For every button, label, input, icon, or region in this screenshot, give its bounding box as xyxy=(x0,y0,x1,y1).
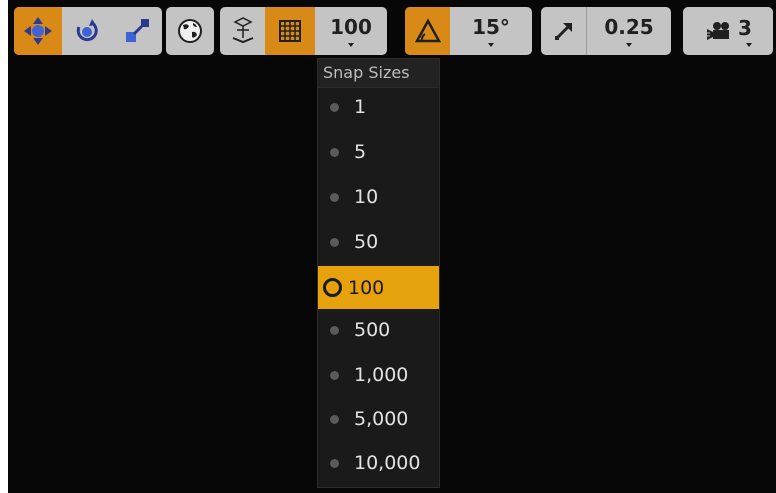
snap-size-option[interactable]: 500 xyxy=(318,310,439,350)
snap-size-label: 10 xyxy=(354,186,379,208)
snap-size-option[interactable]: 50 xyxy=(318,222,439,262)
chevron-down-icon xyxy=(626,43,632,47)
scale-snap-dropdown[interactable]: 0.25 xyxy=(586,7,671,55)
snap-sizes-heading: Snap Sizes xyxy=(318,59,439,88)
scale-arrow-icon xyxy=(554,23,572,40)
rotation-snap-group: 15° xyxy=(405,7,532,55)
snap-size-label: 500 xyxy=(354,319,391,341)
grid-snap-group: 100 xyxy=(220,7,387,55)
translate-arrows-icon xyxy=(24,17,52,45)
rotate-mode-button[interactable] xyxy=(62,7,112,55)
chevron-down-icon xyxy=(488,43,494,47)
snap-size-label: 5 xyxy=(354,141,367,163)
snap-sizes-menu: Snap Sizes 1 5 10 50 100 500 1,000 5,000… xyxy=(317,58,440,488)
snap-size-option[interactable]: 5,000 xyxy=(318,399,439,439)
snap-size-label: 10,000 xyxy=(354,452,421,474)
coordinate-space-button[interactable] xyxy=(166,7,214,55)
snap-size-option-selected[interactable]: 100 xyxy=(318,266,439,309)
snap-size-option[interactable]: 5 xyxy=(318,132,439,172)
snap-size-label: 5,000 xyxy=(354,408,409,430)
radio-dot-icon xyxy=(330,147,339,157)
chevron-down-icon xyxy=(745,42,752,47)
snap-size-label: 50 xyxy=(354,231,379,253)
radio-selected-icon xyxy=(323,278,342,297)
snap-size-label: 100 xyxy=(348,276,385,299)
camera-speed-value: 3 xyxy=(738,15,752,40)
grid-snap-size-dropdown[interactable]: 100 xyxy=(315,7,387,55)
viewport-toolbar: 100 15° 0.25 3 xyxy=(8,0,776,62)
snap-size-option[interactable]: 10,000 xyxy=(318,443,439,483)
radio-dot-icon xyxy=(330,237,339,247)
scale-snap-value: 0.25 xyxy=(604,15,654,39)
globe-icon xyxy=(178,19,202,43)
grid-snap-toggle[interactable] xyxy=(265,7,315,55)
angle-icon xyxy=(414,18,441,43)
radio-dot-icon xyxy=(330,458,339,468)
snap-size-option[interactable]: 10 xyxy=(318,177,439,217)
grid-snap-value: 100 xyxy=(330,15,372,39)
snap-size-option[interactable]: 1 xyxy=(318,87,439,127)
scale-snap-toggle[interactable] xyxy=(541,7,586,55)
rotation-snap-dropdown[interactable]: 15° xyxy=(450,7,532,55)
rotation-snap-toggle[interactable] xyxy=(405,7,450,55)
snap-size-option[interactable]: 1,000 xyxy=(318,355,439,395)
radio-dot-icon xyxy=(330,192,339,202)
scale-snap-group: 0.25 xyxy=(541,7,671,55)
surface-snapping-button[interactable] xyxy=(220,7,265,55)
translate-mode-button[interactable] xyxy=(14,7,62,55)
surface-snap-icon xyxy=(232,17,253,44)
scale-mode-button[interactable] xyxy=(112,7,162,55)
radio-dot-icon xyxy=(330,370,339,380)
camera-speed-button[interactable]: 3 xyxy=(683,7,773,55)
radio-dot-icon xyxy=(330,325,339,335)
radio-dot-icon xyxy=(330,414,339,424)
radio-dot-icon xyxy=(330,102,339,112)
transform-mode-group xyxy=(14,7,162,55)
camera-icon xyxy=(705,22,730,40)
snap-size-label: 1 xyxy=(354,96,367,118)
rotation-snap-value: 15° xyxy=(472,15,510,39)
snap-size-label: 1,000 xyxy=(354,364,409,386)
scale-icon xyxy=(126,19,149,42)
chevron-down-icon xyxy=(348,43,354,47)
rotate-icon xyxy=(76,19,98,42)
grid-icon xyxy=(279,20,301,42)
